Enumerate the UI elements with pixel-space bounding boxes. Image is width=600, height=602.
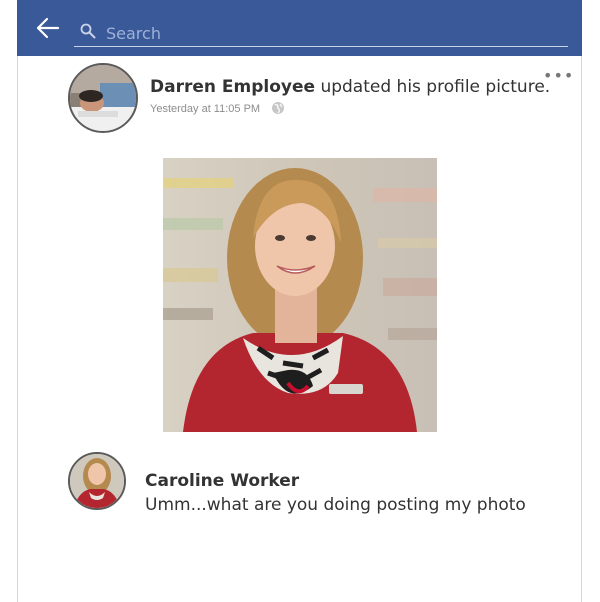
post-header: Darren Employee updated his profile pict… (150, 77, 550, 97)
search-box[interactable] (74, 18, 568, 47)
search-input[interactable] (104, 20, 558, 46)
search-icon (80, 23, 96, 39)
commenter-avatar[interactable] (68, 452, 126, 510)
author-name[interactable]: Darren Employee (150, 77, 315, 97)
author-avatar[interactable] (68, 63, 138, 133)
arrow-left-icon[interactable] (36, 17, 60, 39)
post-action-text: updated his profile picture. (320, 77, 551, 97)
commenter-name[interactable]: Caroline Worker (145, 471, 299, 491)
globe-icon (272, 102, 284, 114)
top-bar (17, 0, 582, 56)
post-photo[interactable] (163, 158, 437, 432)
comment-text: Umm...what are you doing posting my phot… (145, 495, 526, 515)
more-options-icon[interactable]: ••• (543, 66, 574, 85)
avatar-image (70, 454, 124, 508)
post-timestamp[interactable]: Yesterday at 11:05 PM (150, 103, 260, 115)
photo-image (163, 158, 437, 432)
avatar-image (70, 65, 136, 131)
